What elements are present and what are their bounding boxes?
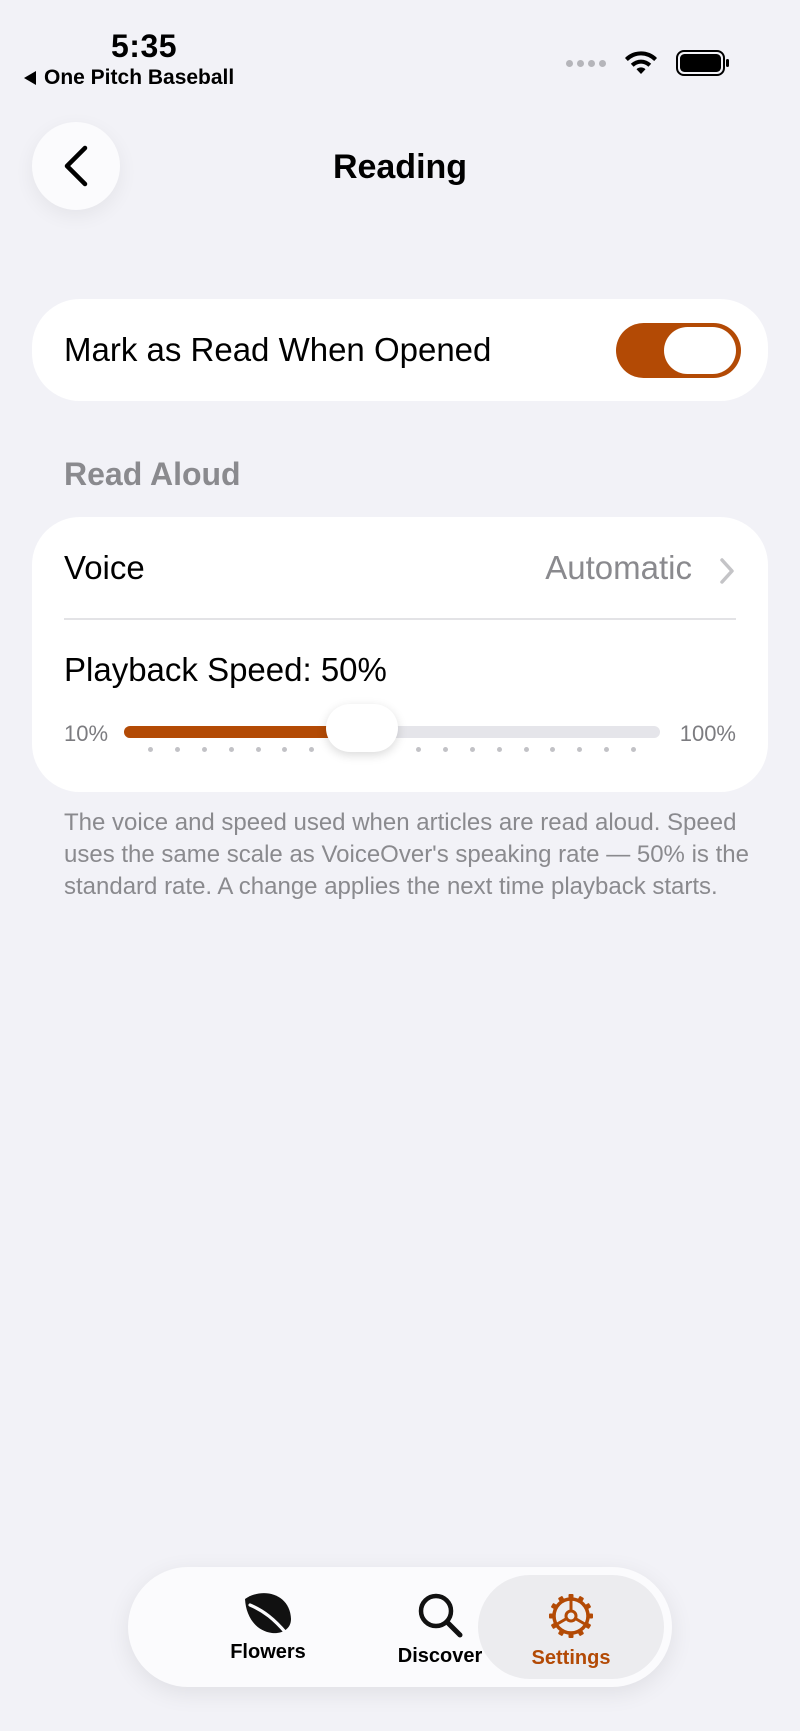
cellular-signal-icon <box>566 59 606 67</box>
status-time: 5:35 <box>111 28 178 64</box>
slider-tick <box>523 747 529 752</box>
mark-as-read-card: Mark as Read When Opened <box>32 299 768 401</box>
slider-tick <box>603 747 609 752</box>
page-title: Reading <box>332 148 468 186</box>
voice-value: Automatic <box>545 549 692 586</box>
tab-settings-label: Settings <box>531 1647 611 1669</box>
divider <box>64 618 736 620</box>
back-to-app-link[interactable]: One Pitch Baseball <box>24 66 234 90</box>
leaf-icon <box>245 1593 291 1635</box>
back-triangle-icon <box>24 71 36 85</box>
tab-settings[interactable]: Settings <box>478 1575 664 1679</box>
slider-tick <box>577 747 583 752</box>
battery-icon <box>676 50 729 76</box>
slider-tick <box>255 747 261 752</box>
chevron-right-icon <box>720 558 734 584</box>
tab-discover-label: Discover <box>397 1645 483 1667</box>
slider-tick <box>282 747 288 752</box>
toggle-knob <box>664 327 736 374</box>
tab-flowers[interactable]: Flowers <box>180 1575 356 1679</box>
read-aloud-header: Read Aloud <box>64 456 241 492</box>
slider-tick <box>469 747 475 752</box>
mark-as-read-toggle[interactable] <box>616 323 741 378</box>
mark-as-read-label: Mark as Read When Opened <box>64 331 492 368</box>
slider-tick <box>630 747 636 752</box>
playback-speed-slider[interactable] <box>124 704 660 752</box>
tab-bar: Flowers Discover Settings <box>128 1567 672 1687</box>
back-app-label: One Pitch Baseball <box>44 66 235 89</box>
gear-icon <box>549 1594 593 1638</box>
slider-tick <box>309 747 315 752</box>
voice-row[interactable]: Voice Automatic <box>64 549 736 599</box>
slider-tick <box>416 747 422 752</box>
slider-tick <box>175 747 181 752</box>
slider-thumb[interactable] <box>326 704 399 752</box>
speed-min-label: 10% <box>64 721 109 746</box>
read-aloud-footnote: The voice and speed used when articles a… <box>64 809 749 900</box>
tab-flowers-label: Flowers <box>230 1641 306 1663</box>
voice-label: Voice <box>64 549 145 586</box>
slider-tick <box>443 747 449 752</box>
magnifier-icon <box>418 1593 463 1638</box>
slider-tick <box>201 747 207 752</box>
read-aloud-card: Voice Automatic Playback Speed: 50% 10% … <box>32 517 768 792</box>
slider-tick <box>550 747 556 752</box>
slider-tick <box>496 747 502 752</box>
status-indicators <box>566 50 730 76</box>
slider-tick <box>228 747 234 752</box>
wifi-icon <box>625 51 657 74</box>
playback-speed-label: Playback Speed: 50% <box>64 651 387 688</box>
slider-ticks <box>124 747 660 753</box>
slider-tick <box>148 747 154 752</box>
speed-max-label: 100% <box>679 721 736 746</box>
